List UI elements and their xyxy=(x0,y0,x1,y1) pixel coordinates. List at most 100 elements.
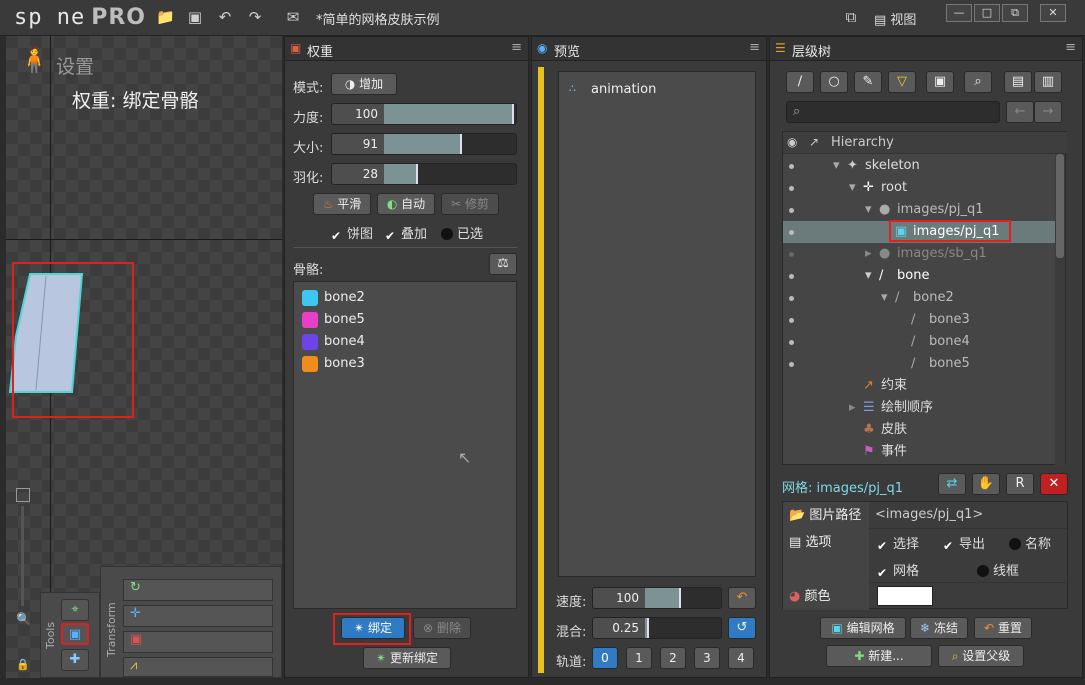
expand-arrow-icon[interactable]: ▾ xyxy=(865,199,872,221)
bone-pick-button[interactable]: ⚖ xyxy=(489,253,517,275)
size-slider[interactable]: 91 xyxy=(331,133,517,155)
collapse-button[interactable]: ▤ xyxy=(1004,71,1032,93)
panel-menu-icon[interactable]: ≡ xyxy=(1065,40,1076,55)
edit-mesh-button[interactable]: ▣ 编辑网格 xyxy=(820,617,906,639)
create-tool[interactable]: ✚ xyxy=(61,649,89,671)
attachments-filter-button[interactable]: ✎ xyxy=(854,71,882,93)
strength-slider[interactable]: 100 xyxy=(331,103,517,125)
tree-row-root[interactable]: ▾ ✛ root xyxy=(783,177,1055,199)
wireframe-checkbox[interactable]: 线框 xyxy=(977,560,1019,579)
expand-arrow-icon[interactable]: ▸ xyxy=(865,243,872,265)
layout-icon[interactable]: ⧉ xyxy=(842,8,860,26)
next-result-button[interactable]: → xyxy=(1034,101,1062,123)
visibility-dot[interactable] xyxy=(789,362,794,367)
overlay-checkbox[interactable]: ✔ 叠加 xyxy=(385,223,427,242)
view-menu[interactable]: ▤ 视图 xyxy=(874,9,916,28)
zoom-icon[interactable]: 🔍 xyxy=(16,612,31,626)
redo-icon[interactable]: ↷ xyxy=(246,8,264,26)
expand-arrow-icon[interactable]: ▾ xyxy=(849,177,856,199)
smooth-button[interactable]: ♨ 平滑 xyxy=(313,193,371,215)
tree-row-skins[interactable]: ♣ 皮肤 xyxy=(783,419,1055,441)
tree-row-slot-pj[interactable]: ▾ ● images/pj_q1 xyxy=(783,199,1055,221)
feather-slider[interactable]: 28 xyxy=(331,163,517,185)
tree-row-bone5[interactable]: ∕ bone5 xyxy=(783,353,1055,375)
track-1-button[interactable]: 1 xyxy=(626,647,652,669)
close-button[interactable]: ✕ xyxy=(1040,4,1066,22)
undo-icon[interactable]: ↶ xyxy=(216,8,234,26)
scale-row[interactable]: ▣ xyxy=(123,631,273,653)
weights-tool[interactable]: ▣ xyxy=(61,623,89,645)
visibility-dot[interactable] xyxy=(789,340,794,345)
restore-button[interactable]: ⧉ xyxy=(1002,4,1028,22)
visibility-dot[interactable] xyxy=(789,164,794,169)
name-checkbox[interactable]: 名称 xyxy=(1009,533,1051,552)
track-2-button[interactable]: 2 xyxy=(660,647,686,669)
tree-row-bone3[interactable]: ∕ bone3 xyxy=(783,309,1055,331)
set-parent-button[interactable]: ⌕ 设置父级 xyxy=(938,645,1024,667)
bones-filter-button[interactable]: ∕ xyxy=(786,71,814,93)
bind-button[interactable]: ✴ 绑定 xyxy=(341,617,405,639)
visibility-dot[interactable] xyxy=(789,230,794,235)
mode-dropdown[interactable]: ◑ 增加 xyxy=(331,73,397,95)
translate-row[interactable]: ✛ xyxy=(123,605,273,627)
tree-row-bone2[interactable]: ▾ ∕ bone2 xyxy=(783,287,1055,309)
bone-create-tool[interactable]: ⌖ xyxy=(61,599,89,621)
color-swatch[interactable] xyxy=(877,586,933,606)
maximize-button[interactable]: □ xyxy=(974,4,1000,22)
open-folder-icon[interactable]: 📁 xyxy=(156,8,175,26)
update-bind-button[interactable]: ✴ 更新绑定 xyxy=(363,647,451,669)
focus-button[interactable]: ▣ xyxy=(926,71,954,93)
viewport[interactable]: 🧍 设置 权重: 绑定骨骼 🔍 🔒 Tools ⌖ ▣ ✚ Transform … xyxy=(6,36,282,678)
export-checkbox[interactable]: ✔ 导出 xyxy=(943,533,985,552)
tree-row-constraints[interactable]: ↗ 约束 xyxy=(783,375,1055,397)
filter-icon[interactable]: ▽ xyxy=(888,71,916,93)
reverse-button[interactable]: ↶ xyxy=(728,587,756,609)
bones-list[interactable]: bone2 bone5 bone4 bone3 ↖ xyxy=(293,281,517,609)
zoom-fit-icon[interactable] xyxy=(16,488,30,502)
tree-scrollbar[interactable] xyxy=(1055,154,1065,466)
visibility-dot[interactable] xyxy=(789,186,794,191)
mail-icon[interactable]: ✉ xyxy=(284,8,302,26)
freeze-button[interactable]: ❄ 冻结 xyxy=(910,617,968,639)
select-checkbox[interactable]: ✔ 选择 xyxy=(877,533,919,552)
tree-row-mesh-pj[interactable]: ▣ images/pj_q1 xyxy=(783,220,1055,243)
mesh-rename-button[interactable]: R xyxy=(1006,473,1034,495)
visibility-dot[interactable] xyxy=(789,296,794,301)
slots-filter-button[interactable]: ○ xyxy=(820,71,848,93)
tree-row-bone[interactable]: ▾ ∕ bone xyxy=(783,265,1055,287)
expand-button[interactable]: ▥ xyxy=(1034,71,1062,93)
prune-button[interactable]: ✂ 修剪 xyxy=(441,193,499,215)
zoom-slider-track[interactable] xyxy=(21,506,24,606)
panel-menu-icon[interactable]: ≡ xyxy=(749,40,760,55)
tree-row-slot-sb[interactable]: ▸ ● images/sb_q1 xyxy=(783,243,1055,265)
track-0-button[interactable]: 0 xyxy=(592,647,618,669)
rotate-row[interactable]: ↻ xyxy=(123,579,273,601)
visibility-dot[interactable] xyxy=(789,274,794,279)
reset-button[interactable]: ↶ 重置 xyxy=(974,617,1032,639)
visibility-dot[interactable] xyxy=(789,208,794,213)
shear-row[interactable]: ⩘ xyxy=(123,657,273,677)
visibility-dot[interactable] xyxy=(789,318,794,323)
mesh-swap-button[interactable]: ⇄ xyxy=(938,473,966,495)
mix-slider[interactable]: 0.25 xyxy=(592,617,722,639)
prev-result-button[interactable]: ← xyxy=(1006,101,1034,123)
new-button[interactable]: ✚ 新建... xyxy=(826,645,932,667)
panel-menu-icon[interactable]: ≡ xyxy=(511,40,522,55)
selected-checkbox[interactable]: 已选 xyxy=(441,223,483,242)
mesh-checkbox[interactable]: ✔ 网格 xyxy=(877,560,919,579)
search-options-button[interactable]: ⌕ xyxy=(964,71,992,93)
expand-arrow-icon[interactable]: ▾ xyxy=(881,287,888,309)
save-icon[interactable]: ▣ xyxy=(186,8,204,26)
image-path-value[interactable]: <images/pj_q1> xyxy=(875,507,983,522)
mesh-key-button[interactable]: ✋ xyxy=(972,473,1000,495)
speed-slider[interactable]: 100 xyxy=(592,587,722,609)
track-3-button[interactable]: 3 xyxy=(694,647,720,669)
delete-button[interactable]: ⊗ 删除 xyxy=(413,617,471,639)
expand-arrow-icon[interactable]: ▸ xyxy=(849,397,856,419)
tree-row-skeleton[interactable]: ▾ ✦ skeleton xyxy=(783,155,1055,177)
tree-row-events[interactable]: ⚑ 事件 xyxy=(783,441,1055,463)
minimize-button[interactable]: — xyxy=(946,4,972,22)
preview-canvas[interactable]: ∴ animation xyxy=(558,71,756,577)
tree-search-input[interactable]: ⌕ xyxy=(786,101,1000,123)
track-4-button[interactable]: 4 xyxy=(728,647,754,669)
